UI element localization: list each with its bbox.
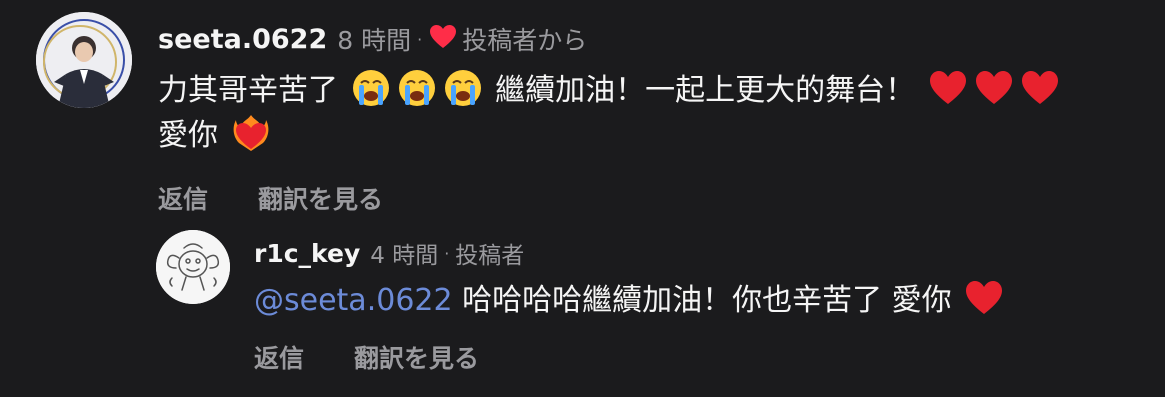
heart-icon xyxy=(928,68,968,108)
heart-icon xyxy=(964,278,1004,318)
separator: · xyxy=(444,243,450,263)
separator: · xyxy=(417,29,423,49)
loudly-crying-face-icon xyxy=(443,68,483,108)
heart-icon xyxy=(974,68,1014,108)
timestamp: 4 時間 xyxy=(370,243,439,269)
reply-text: @seeta.0622 哈哈哈哈繼續加油！你也辛苦了 愛你 xyxy=(254,278,1134,323)
comment-text-part1: 力其哥辛苦了 xyxy=(158,73,338,108)
reply-actions: 返信 翻訳を見る xyxy=(254,339,1134,375)
reply-button[interactable]: 返信 xyxy=(158,180,208,216)
loudly-crying-face-icon xyxy=(351,68,391,108)
comment-text-line2: 愛你 xyxy=(158,118,218,153)
comment-actions: 返信 翻訳を見る xyxy=(158,180,1148,216)
author-badge: 投稿者 xyxy=(455,243,525,269)
timestamp: 8 時間 xyxy=(337,26,412,55)
username[interactable]: r1c_key xyxy=(254,239,360,268)
avatar[interactable] xyxy=(156,230,230,304)
username[interactable]: seeta.0622 xyxy=(158,24,327,55)
translate-button[interactable]: 翻訳を見る xyxy=(258,180,383,216)
reply-text-body: 哈哈哈哈繼續加油！你也辛苦了 愛你 xyxy=(462,283,952,318)
translate-button[interactable]: 翻訳を見る xyxy=(354,339,479,375)
comment-meta: seeta.0622 8 時間 · 投稿者から xyxy=(158,20,1148,58)
loudly-crying-face-icon xyxy=(397,68,437,108)
liked-by-author-label: 投稿者から xyxy=(462,26,588,55)
avatar[interactable] xyxy=(36,12,132,108)
reply-button[interactable]: 返信 xyxy=(254,339,304,375)
comment-text: 力其哥辛苦了 繼續加油！一起上更大的舞台！ 愛你 xyxy=(158,68,1148,158)
heart-on-fire-icon xyxy=(231,113,271,153)
heart-icon xyxy=(1020,68,1060,108)
heart-icon xyxy=(430,25,457,53)
reply-meta: r1c_key 4 時間 · 投稿者 xyxy=(254,234,1134,272)
avatar-drawing xyxy=(156,230,230,304)
avatar-photo xyxy=(36,12,132,108)
comment-text-part2: 繼續加油！一起上更大的舞台！ xyxy=(495,73,916,108)
mention-link[interactable]: @seeta.0622 xyxy=(254,283,453,318)
